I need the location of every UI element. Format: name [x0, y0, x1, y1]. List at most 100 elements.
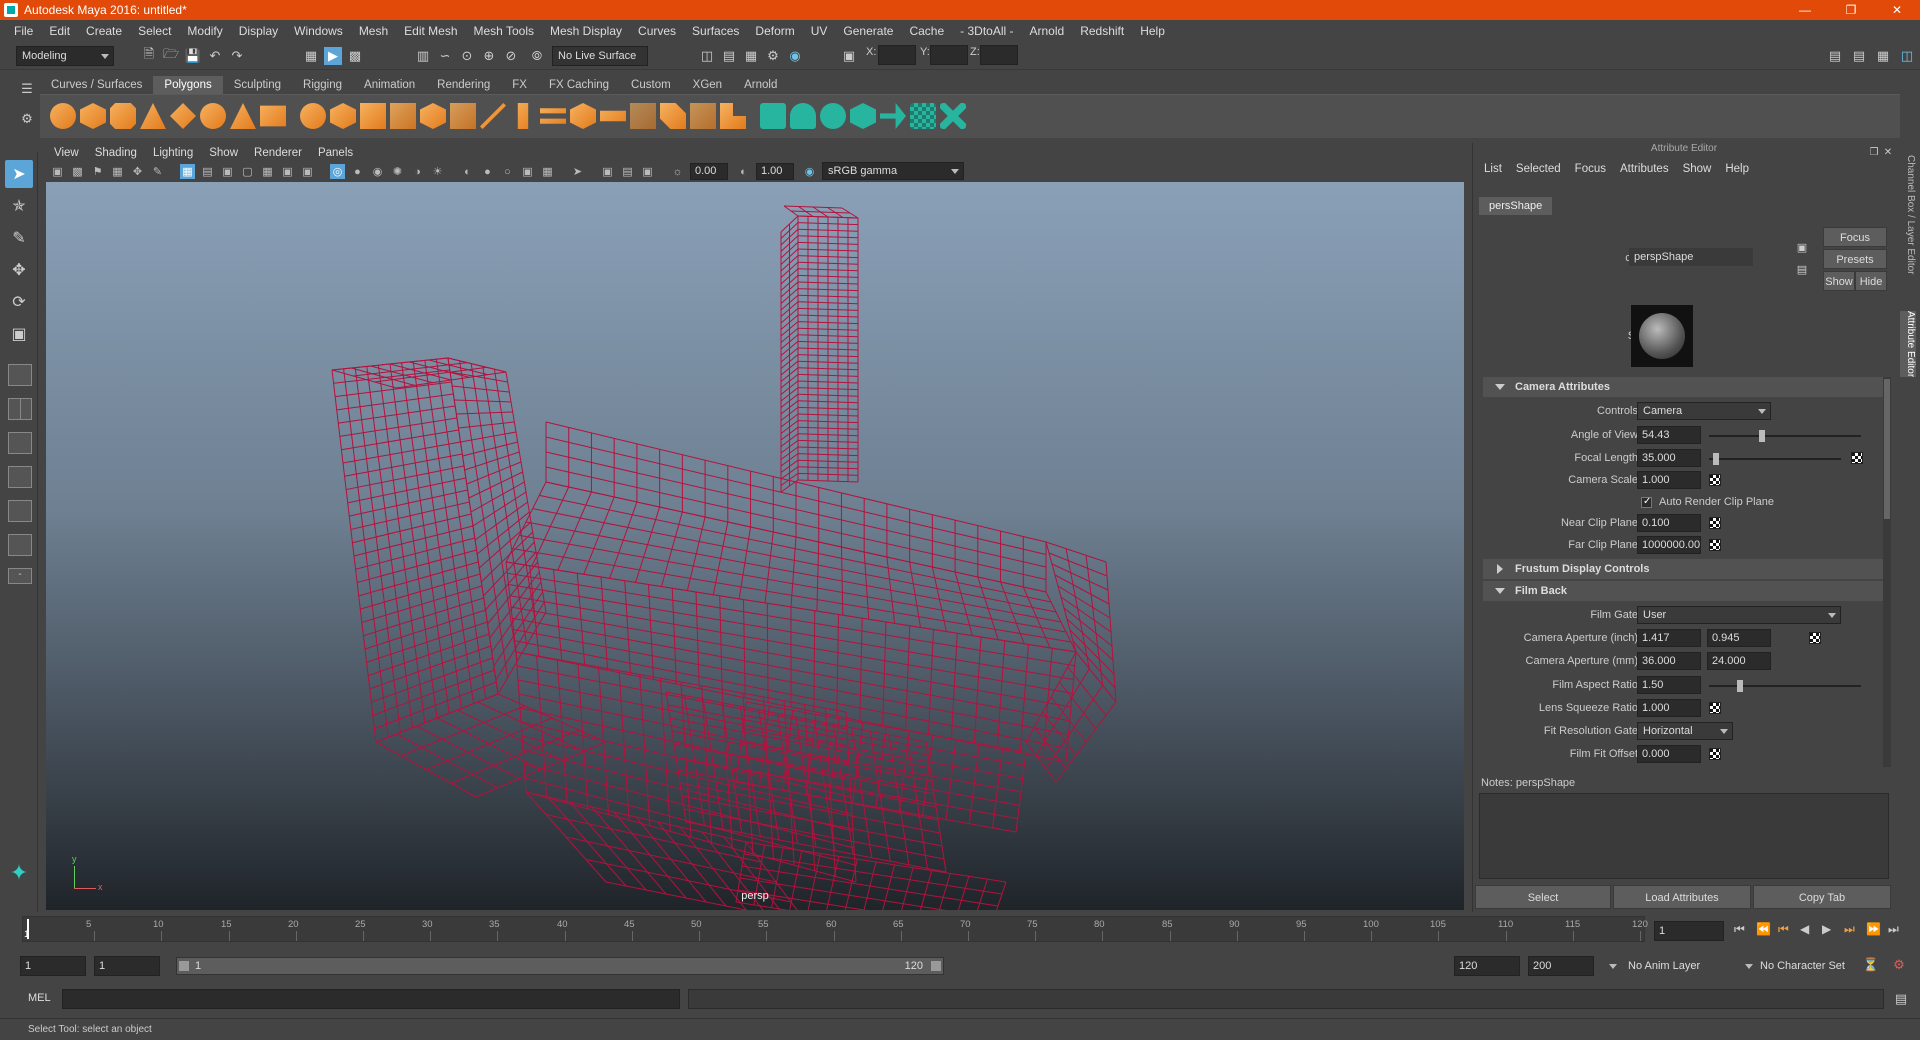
- close-button[interactable]: ✕: [1874, 0, 1920, 20]
- select-camera-icon[interactable]: ▣: [50, 164, 65, 179]
- smooth-shade-icon[interactable]: ●: [350, 164, 365, 179]
- append-polygon-icon[interactable]: [630, 103, 656, 129]
- play-forward-icon[interactable]: ▶: [1822, 922, 1831, 936]
- go-to-end-icon[interactable]: ⏭: [1888, 922, 1899, 937]
- angle-of-view-slider[interactable]: [1709, 430, 1861, 442]
- node-tab-perspshape[interactable]: persShape: [1479, 197, 1553, 215]
- exposure-icon[interactable]: ☼: [670, 164, 685, 179]
- snap-curve-icon[interactable]: ∽: [436, 47, 454, 65]
- menu-3dtoall[interactable]: - 3DtoAll -: [952, 24, 1021, 38]
- far-clip-map-icon[interactable]: [1709, 539, 1721, 551]
- select-object-icon[interactable]: ▶: [324, 47, 342, 65]
- viewport-menu-renderer[interactable]: Renderer: [246, 147, 310, 159]
- attribute-editor-toggle-icon[interactable]: ▤: [1850, 47, 1868, 65]
- attr-menu-attributes[interactable]: Attributes: [1615, 163, 1678, 175]
- menu-create[interactable]: Create: [78, 24, 130, 38]
- gamma-input[interactable]: 1.00: [756, 163, 794, 180]
- select-hierarchy-icon[interactable]: ▦: [302, 47, 320, 65]
- film-back-header[interactable]: Film Back: [1483, 581, 1883, 601]
- menu-arnold[interactable]: Arnold: [1022, 24, 1073, 38]
- shadows-icon[interactable]: ◐: [460, 164, 475, 179]
- smooth-icon[interactable]: [390, 103, 416, 129]
- field-chart-icon[interactable]: ▦: [260, 164, 275, 179]
- xray-icon[interactable]: ▣: [600, 164, 615, 179]
- minimize-button[interactable]: —: [1782, 0, 1828, 20]
- channel-box-icon[interactable]: ◫: [1898, 47, 1916, 65]
- film-aspect-knob[interactable]: [1737, 680, 1743, 692]
- render-view-icon[interactable]: ◫: [698, 47, 716, 65]
- menu-uv[interactable]: UV: [803, 24, 836, 38]
- save-scene-icon[interactable]: 💾: [184, 47, 202, 65]
- lasso-tool-icon[interactable]: ✯: [5, 192, 33, 220]
- select-component-icon[interactable]: ▩: [346, 47, 364, 65]
- angle-of-view-knob[interactable]: [1759, 430, 1765, 442]
- shelf-tab-fx[interactable]: FX: [501, 76, 538, 94]
- playback-end-field[interactable]: 120: [1454, 956, 1520, 976]
- attr-menu-focus[interactable]: Focus: [1570, 163, 1615, 175]
- resolution-gate-icon[interactable]: ▣: [220, 164, 235, 179]
- ipr-render-icon[interactable]: ▦: [742, 47, 760, 65]
- shelf-tab-animation[interactable]: Animation: [353, 76, 427, 94]
- ambient-occlusion-icon[interactable]: ●: [480, 164, 495, 179]
- grid-icon[interactable]: ▦: [180, 164, 195, 179]
- merge-icon[interactable]: [720, 103, 746, 129]
- show-button[interactable]: Show: [1823, 271, 1855, 291]
- y-input[interactable]: [930, 45, 968, 65]
- shelf-menu-icon[interactable]: ☰: [18, 80, 36, 98]
- wireframe-on-shaded-icon[interactable]: ✺: [390, 164, 405, 179]
- near-clip-field[interactable]: 0.100: [1637, 514, 1701, 532]
- output-connection-icon[interactable]: ▤: [1793, 260, 1811, 278]
- unfold-uv-icon[interactable]: [880, 103, 906, 129]
- frustum-display-header[interactable]: Frustum Display Controls: [1483, 559, 1883, 579]
- menu-mesh-tools[interactable]: Mesh Tools: [466, 24, 542, 38]
- menu-deform[interactable]: Deform: [747, 24, 802, 38]
- menu-mesh[interactable]: Mesh: [351, 24, 396, 38]
- menu-modify[interactable]: Modify: [179, 24, 230, 38]
- transform-mode-icon[interactable]: ▣: [840, 47, 858, 65]
- playback-start-field[interactable]: 1: [94, 956, 160, 976]
- checker-uv-icon[interactable]: [910, 103, 936, 129]
- gamma-icon[interactable]: ◐: [736, 164, 751, 179]
- camera-scale-map-icon[interactable]: [1709, 474, 1721, 486]
- poly-sphere-icon[interactable]: [50, 103, 76, 129]
- xray-joints-icon[interactable]: ▣: [640, 164, 655, 179]
- attr-menu-list[interactable]: List: [1479, 163, 1511, 175]
- menu-redshift[interactable]: Redshift: [1072, 24, 1132, 38]
- mel-label[interactable]: MEL: [28, 992, 51, 1004]
- maximize-button[interactable]: ❐: [1828, 0, 1874, 20]
- menu-file[interactable]: File: [6, 24, 41, 38]
- move-tool-icon[interactable]: ✥: [5, 256, 33, 284]
- poly-cylinder-icon[interactable]: [110, 103, 136, 129]
- multi-cut-icon[interactable]: [480, 103, 506, 129]
- step-back-frame-icon[interactable]: ⏪: [1756, 922, 1771, 936]
- boolean-icon[interactable]: [420, 103, 446, 129]
- layout-single-icon[interactable]: [8, 364, 32, 386]
- safe-action-icon[interactable]: ▣: [280, 164, 295, 179]
- menu-curves[interactable]: Curves: [630, 24, 684, 38]
- auto-key-icon[interactable]: ⏳: [1862, 956, 1880, 974]
- attr-scrollbar-thumb[interactable]: [1884, 379, 1890, 519]
- aperture-inch-x-field[interactable]: 1.417: [1637, 629, 1701, 647]
- film-fit-offset-map-icon[interactable]: [1709, 748, 1721, 760]
- shelf-tab-sculpting[interactable]: Sculpting: [222, 76, 293, 94]
- default-material-icon[interactable]: ◉: [370, 164, 385, 179]
- hide-button[interactable]: Hide: [1855, 271, 1887, 291]
- wireframe-icon[interactable]: ◎: [330, 164, 345, 179]
- menu-mesh-display[interactable]: Mesh Display: [542, 24, 630, 38]
- lens-squeeze-field[interactable]: 1.000: [1637, 699, 1701, 717]
- film-fit-offset-field[interactable]: 0.000: [1637, 745, 1701, 763]
- attr-scrollbar[interactable]: [1883, 377, 1891, 767]
- attr-menu-show[interactable]: Show: [1678, 163, 1721, 175]
- attr-menu-selected[interactable]: Selected: [1511, 163, 1570, 175]
- make-live-icon[interactable]: ⦾: [528, 47, 546, 65]
- time-slider-bar[interactable]: 1 5 10 15 20 25 30 35 40 45 50 55 60 65 70 75 80 85 90 95 1…: [22, 916, 1648, 942]
- step-forward-key-icon[interactable]: ⏭: [1844, 922, 1855, 937]
- snap-grid-icon[interactable]: ▥: [414, 47, 432, 65]
- shelf-tab-fx-caching[interactable]: FX Caching: [537, 76, 621, 94]
- focal-length-field[interactable]: 35.000: [1637, 449, 1701, 467]
- combine-icon[interactable]: [300, 103, 326, 129]
- close-panel-icon[interactable]: ✕: [1879, 143, 1897, 161]
- menu-edit-mesh[interactable]: Edit Mesh: [396, 24, 465, 38]
- menu-windows[interactable]: Windows: [286, 24, 351, 38]
- target-weld-icon[interactable]: [690, 103, 716, 129]
